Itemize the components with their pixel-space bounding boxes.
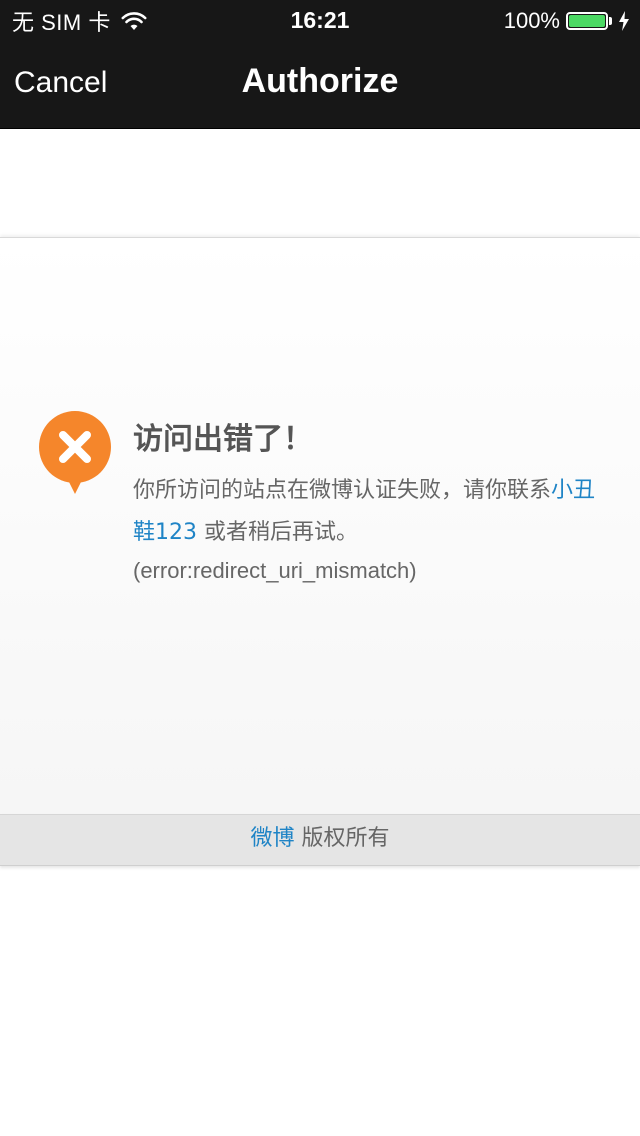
bolt-icon: [619, 11, 629, 31]
error-panel: 访问出错了！ 你所访问的站点在微博认证失败，请你联系小丑鞋123 或者稍后再试。…: [0, 237, 640, 815]
contact-link-end[interactable]: 鞋123: [133, 520, 197, 545]
weibo-link[interactable]: 微博: [250, 826, 294, 851]
status-bar: 无 SIM 卡 16:21 100%: [0, 0, 640, 40]
footer: 微博 版权所有: [0, 814, 640, 866]
error-message: 你所访问的站点在微博认证失败，请你联系小丑鞋123 或者稍后再试。: [133, 470, 640, 554]
screen: 无 SIM 卡 16:21 100% Cancel Authorize 访问出错…: [0, 0, 640, 1136]
nav-bar: Cancel Authorize: [0, 40, 640, 128]
top-bar: 无 SIM 卡 16:21 100% Cancel Authorize: [0, 0, 640, 129]
battery-level-fill: [569, 15, 605, 27]
webview-top-area: [0, 129, 640, 237]
error-message-suffix: 或者稍后再试。: [197, 520, 358, 545]
status-right: 100%: [504, 7, 630, 35]
copyright-text: 版权所有: [294, 826, 390, 851]
battery-icon: [566, 11, 614, 31]
battery-percent: 100%: [503, 8, 560, 33]
error-message-text: 你所访问的站点在微博认证失败，请你联系: [133, 478, 552, 503]
error-title: 访问出错了！: [133, 422, 313, 457]
error-x-icon: [39, 411, 111, 494]
page-title: Authorize: [241, 62, 399, 100]
contact-link-start[interactable]: 小丑: [551, 478, 595, 503]
error-code: (error:redirect_uri_mismatch): [133, 558, 417, 583]
